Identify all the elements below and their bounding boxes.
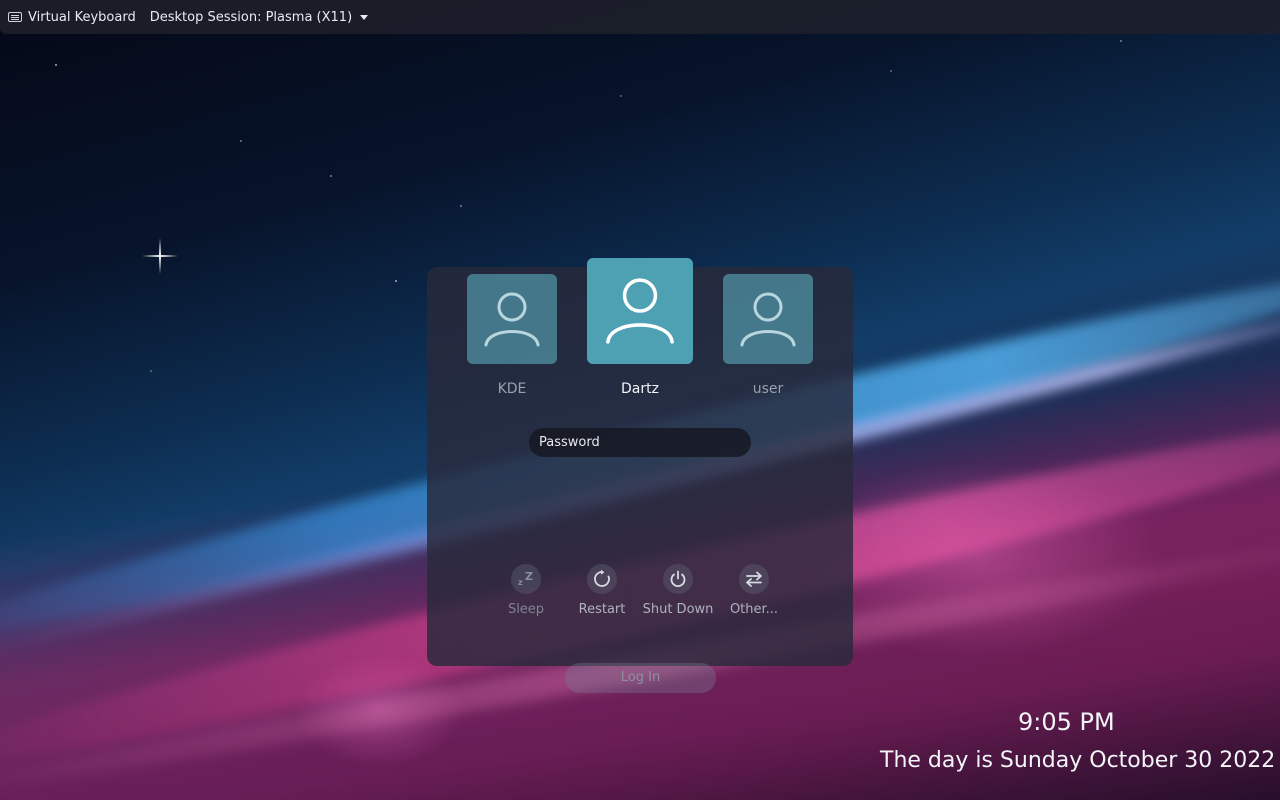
restart-button[interactable]: Restart	[562, 564, 642, 617]
star	[620, 95, 622, 97]
star	[240, 140, 242, 142]
svg-text:z: z	[518, 578, 523, 587]
star	[890, 70, 892, 72]
user-icon	[606, 278, 674, 344]
login-button[interactable]: Log In	[565, 663, 716, 693]
restart-icon	[594, 569, 610, 587]
action-label: Sleep	[507, 602, 545, 617]
action-label: Shut Down	[642, 602, 714, 617]
star	[150, 370, 152, 372]
password-input[interactable]	[529, 428, 751, 457]
user-icon	[484, 292, 540, 347]
shutdown-button[interactable]: Shut Down	[638, 564, 718, 617]
star-icon	[142, 238, 178, 274]
action-label: Other...	[729, 602, 779, 617]
star	[395, 280, 397, 282]
user-name: user	[752, 381, 784, 397]
other-button[interactable]: Other...	[714, 564, 794, 617]
power-icon	[670, 570, 686, 588]
user-name: Dartz	[621, 381, 659, 397]
user-avatar	[723, 274, 813, 364]
switch-user-icon	[746, 571, 762, 587]
login-panel: KDE Dartz user z Z Sleep Restart Shut Do…	[427, 258, 853, 666]
star	[330, 175, 332, 177]
clock-time: 9:05 PM	[1018, 708, 1115, 736]
star	[55, 64, 57, 66]
virtual-keyboard-label: Virtual Keyboard	[28, 9, 136, 25]
svg-text:Z: Z	[525, 570, 533, 583]
user-avatar	[587, 258, 693, 364]
action-circle	[587, 564, 617, 594]
user-icon	[740, 292, 796, 347]
star	[460, 205, 462, 207]
star	[1120, 40, 1122, 42]
keyboard-icon	[8, 12, 22, 22]
action-circle: z Z	[511, 564, 541, 594]
chevron-down-icon	[360, 14, 369, 20]
action-circle	[739, 564, 769, 594]
sleep-icon: z Z	[518, 570, 533, 587]
user-avatar	[467, 274, 557, 364]
action-circle	[663, 564, 693, 594]
desktop-session-selector[interactable]: Desktop Session: Plasma (X11)	[149, 9, 369, 25]
virtual-keyboard-button[interactable]: Virtual Keyboard	[8, 10, 136, 25]
desktop-session-label: Desktop Session: Plasma (X11)	[149, 9, 353, 25]
sleep-button[interactable]: z Z Sleep	[486, 564, 566, 617]
clock-date: The day is Sunday October 30 2022	[880, 748, 1276, 773]
user-item-kde[interactable]: KDE	[467, 274, 557, 397]
top-bar: Virtual Keyboard Desktop Session: Plasma…	[0, 0, 1280, 34]
user-item-user[interactable]: user	[723, 274, 813, 397]
user-item-dartz[interactable]: Dartz	[587, 258, 693, 397]
user-name: KDE	[497, 381, 527, 397]
action-label: Restart	[578, 602, 626, 617]
login-screen: Virtual Keyboard Desktop Session: Plasma…	[0, 0, 1280, 800]
